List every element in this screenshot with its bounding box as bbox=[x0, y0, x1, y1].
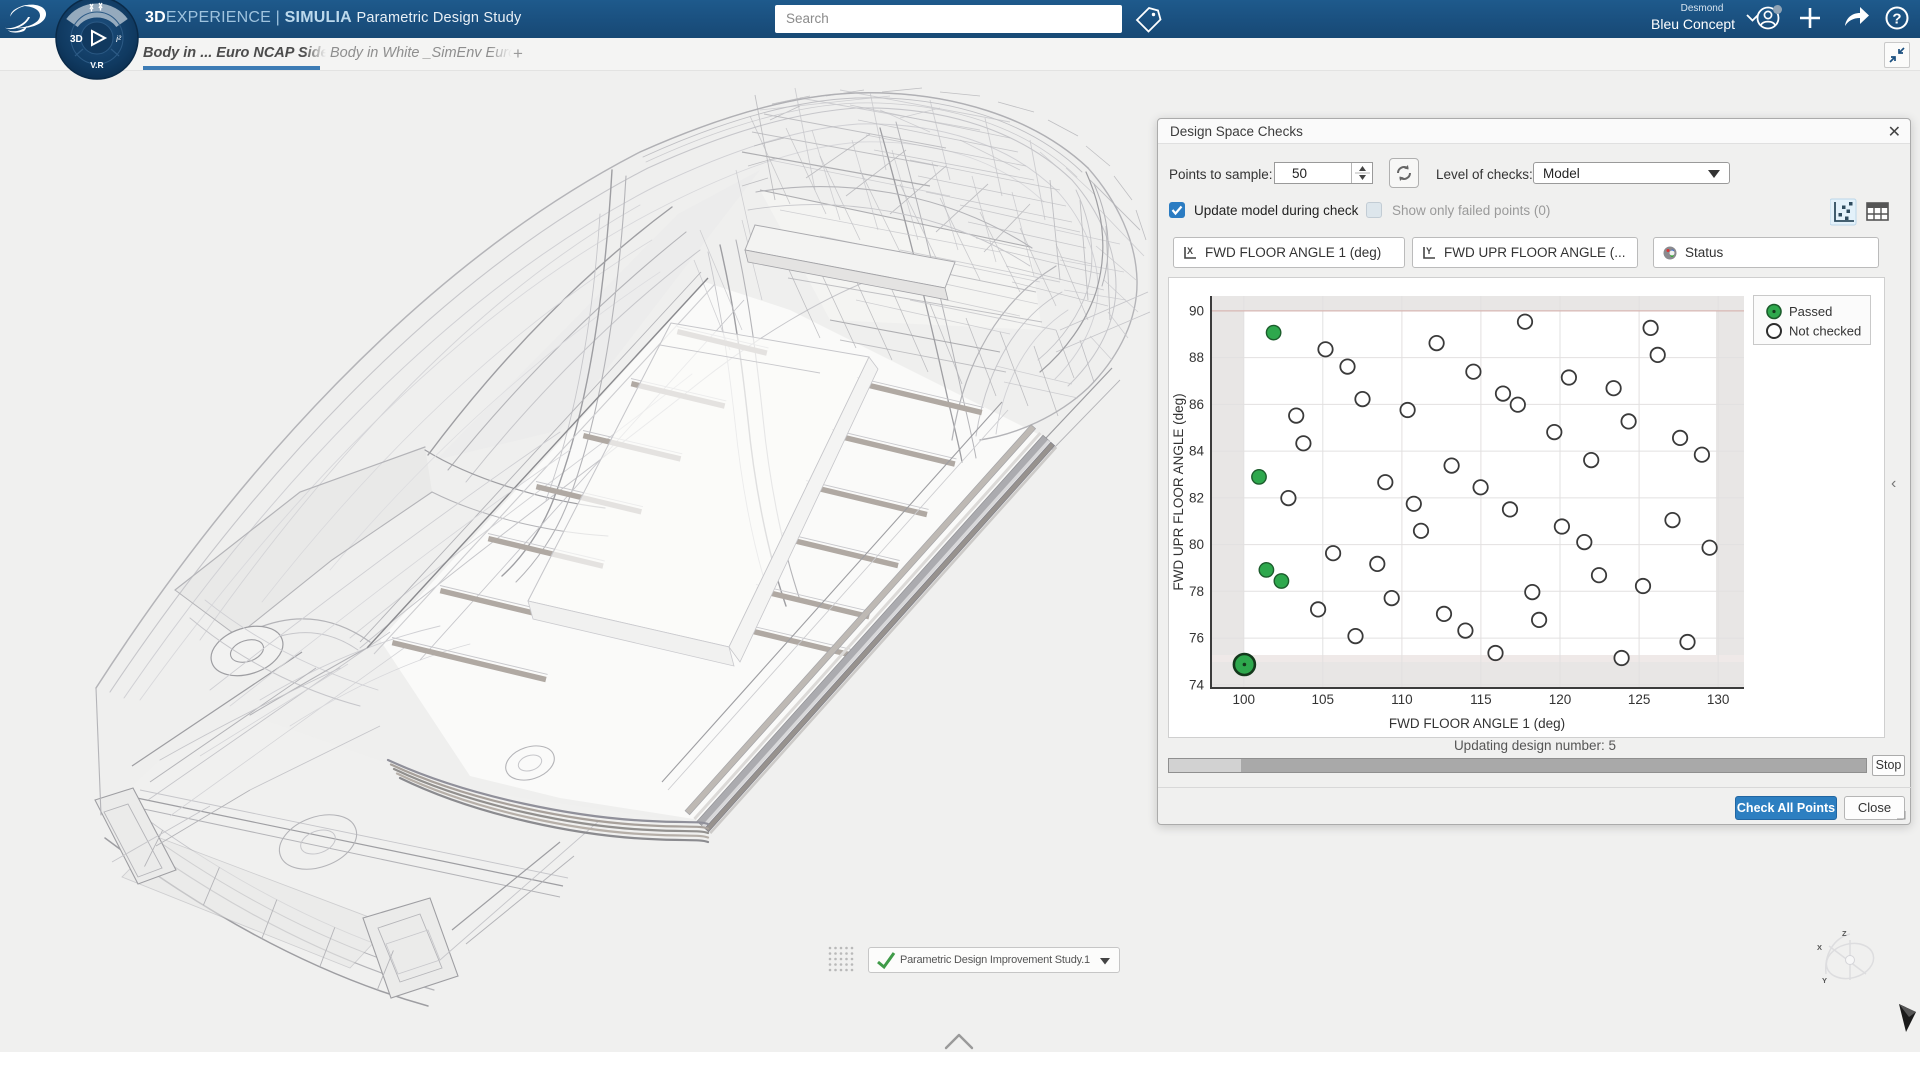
svg-text:Y: Y bbox=[1426, 246, 1432, 256]
svg-text:X: X bbox=[1187, 246, 1193, 256]
svg-text:?: ? bbox=[1892, 11, 1901, 28]
svg-text:Z: Z bbox=[1842, 929, 1847, 938]
svg-text:V.R: V.R bbox=[90, 60, 103, 70]
svg-text:3D: 3D bbox=[70, 34, 83, 45]
svg-text:X: X bbox=[1817, 943, 1822, 952]
svg-text:Y: Y bbox=[1822, 976, 1827, 985]
